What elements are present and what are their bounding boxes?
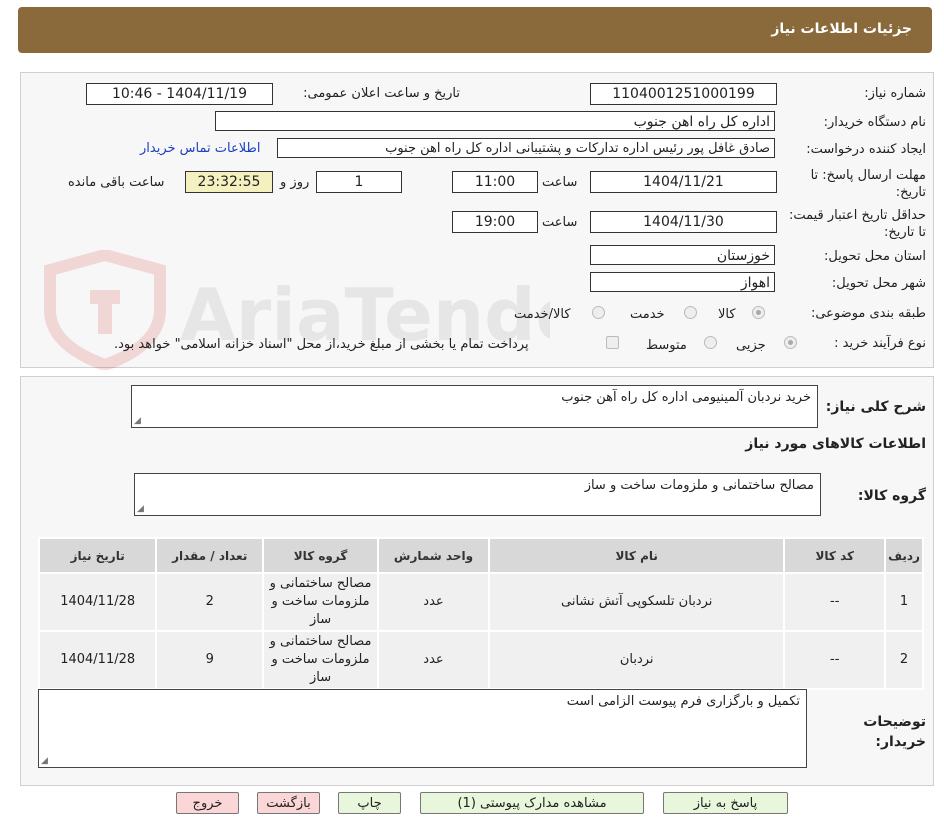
cell-qty: 2 xyxy=(155,572,265,632)
col-header-qty: تعداد / مقدار xyxy=(155,537,265,574)
category-option-both: کالا/خدمت xyxy=(514,307,571,322)
remaining-time-counter: 23:32:55 xyxy=(185,171,273,193)
cell-name: نردبان xyxy=(487,630,786,690)
purchase-type-label: نوع فرآیند خرید : xyxy=(834,336,926,351)
announce-datetime-field: 1404/11/19 - 10:46 xyxy=(86,83,273,105)
city-field: اهواز xyxy=(590,272,775,292)
province-field: خوزستان xyxy=(590,245,775,265)
category-radio-service[interactable] xyxy=(684,306,697,319)
summary-textarea[interactable]: خرید نردبان آلمینیومی اداره کل راه آهن ج… xyxy=(131,385,818,428)
treasury-checkbox[interactable] xyxy=(606,336,619,349)
buyer-notes-label: توضیحات خریدار: xyxy=(863,714,926,750)
goods-info-title: اطلاعات کالاهای مورد نیاز xyxy=(745,436,926,452)
cell-row-no: 1 xyxy=(884,572,924,632)
purchase-option-medium: متوسط xyxy=(646,338,687,353)
buyer-notes-text: تکمیل و بارگزاری فرم پیوست الزامی است xyxy=(566,694,800,709)
goods-group-text: مصالح ساختمانی و ملزومات ساخت و ساز xyxy=(584,478,814,493)
reply-days-remaining: 1 xyxy=(316,171,402,193)
cell-row-no: 2 xyxy=(884,630,924,690)
price-validity-time: 19:00 xyxy=(452,211,538,233)
price-validity-label: حداقل تاریخ اعتبار قیمت: تا تاریخ: xyxy=(788,208,926,240)
items-table: ردیف کد کالا نام کالا واحد شمارش گروه کا… xyxy=(37,537,924,690)
view-attachments-button[interactable]: مشاهده مدارک پیوستی (1) xyxy=(420,792,644,814)
cell-date: 1404/11/28 xyxy=(37,630,158,690)
summary-text: خرید نردبان آلمینیومی اداره کل راه آهن ج… xyxy=(561,390,811,405)
purchase-radio-medium[interactable] xyxy=(704,336,717,349)
col-header-group: گروه کالا xyxy=(262,537,380,574)
col-header-date: تاریخ نیاز xyxy=(37,537,158,574)
buyer-contact-link[interactable]: اطلاعات تماس خریدار xyxy=(140,141,260,156)
city-label: شهر محل تحویل: xyxy=(831,276,926,291)
cell-date: 1404/11/28 xyxy=(37,572,158,632)
cell-name: نردبان تلسکوپی آتش نشانی xyxy=(487,572,786,632)
need-number-field: 1104001251000199 xyxy=(590,83,777,105)
cell-group: مصالح ساختمانی و ملزومات ساخت و ساز xyxy=(262,572,380,632)
print-button[interactable]: چاپ xyxy=(338,792,401,814)
cell-qty: 9 xyxy=(155,630,265,690)
col-header-row-no: ردیف xyxy=(884,537,924,574)
cell-unit: عدد xyxy=(377,572,490,632)
table-row: 2 -- نردبان عدد مصالح ساختمانی و ملزومات… xyxy=(37,630,924,690)
cell-group: مصالح ساختمانی و ملزومات ساخت و ساز xyxy=(262,630,380,690)
days-label: روز و xyxy=(280,175,310,190)
cell-code: -- xyxy=(783,630,887,690)
category-radio-goods[interactable] xyxy=(752,306,765,319)
exit-button[interactable]: خروج xyxy=(176,792,239,814)
price-time-label: ساعت xyxy=(542,215,578,230)
category-option-goods: کالا xyxy=(718,307,736,322)
buyer-notes-textarea[interactable]: تکمیل و بارگزاری فرم پیوست الزامی است ◢ xyxy=(38,689,807,768)
requester-field: صادق غافل پور رئیس اداره تدارکات و پشتیب… xyxy=(277,138,775,158)
need-number-label: شماره نیاز: xyxy=(864,86,926,101)
resize-grip-icon[interactable]: ◢ xyxy=(134,416,141,426)
summary-label: شرح کلی نیاز: xyxy=(825,399,926,415)
purchase-radio-minor[interactable] xyxy=(784,336,797,349)
table-header-row: ردیف کد کالا نام کالا واحد شمارش گروه کا… xyxy=(37,537,924,574)
col-header-unit: واحد شمارش xyxy=(377,537,490,574)
buyer-org-field: اداره کل راه اهن جنوب xyxy=(215,111,775,131)
reply-deadline-time: 11:00 xyxy=(452,171,538,193)
requester-label: ایجاد کننده درخواست: xyxy=(806,142,926,157)
announce-datetime-label: تاریخ و ساعت اعلان عمومی: xyxy=(303,86,460,101)
category-label: طبقه بندی موضوعی: xyxy=(810,306,926,321)
category-option-service: خدمت xyxy=(630,307,665,322)
goods-group-textarea[interactable]: مصالح ساختمانی و ملزومات ساخت و ساز ◢ xyxy=(134,473,821,516)
col-header-name: نام کالا xyxy=(487,537,786,574)
province-label: استان محل تحویل: xyxy=(824,249,926,264)
category-radio-both[interactable] xyxy=(592,306,605,319)
reply-deadline-label: مهلت ارسال پاسخ: تا تاریخ: xyxy=(810,168,926,200)
watermark-logo: AriaTender.neT xyxy=(30,248,786,374)
price-validity-date: 1404/11/30 xyxy=(590,211,777,233)
resize-grip-icon[interactable]: ◢ xyxy=(41,756,48,766)
reply-deadline-date: 1404/11/21 xyxy=(590,171,777,193)
buyer-org-label: نام دستگاه خریدار: xyxy=(823,115,926,130)
reply-to-need-button[interactable]: پاسخ به نیاز xyxy=(663,792,788,814)
remaining-label: ساعت باقی مانده xyxy=(68,175,165,190)
purchase-option-minor: جزیی xyxy=(736,338,766,353)
goods-group-label: گروه کالا: xyxy=(857,488,926,504)
col-header-code: کد کالا xyxy=(783,537,887,574)
resize-grip-icon[interactable]: ◢ xyxy=(137,504,144,514)
cell-unit: عدد xyxy=(377,630,490,690)
back-button[interactable]: بازگشت xyxy=(257,792,320,814)
cell-code: -- xyxy=(783,572,887,632)
page-title: جزئیات اطلاعات نیاز xyxy=(771,21,912,37)
treasury-note: پرداخت تمام یا بخشی از مبلغ خرید،از محل … xyxy=(114,337,529,352)
reply-time-label: ساعت xyxy=(542,175,578,190)
table-row: 1 -- نردبان تلسکوپی آتش نشانی عدد مصالح … xyxy=(37,572,924,632)
page-header: جزئیات اطلاعات نیاز xyxy=(18,7,932,53)
